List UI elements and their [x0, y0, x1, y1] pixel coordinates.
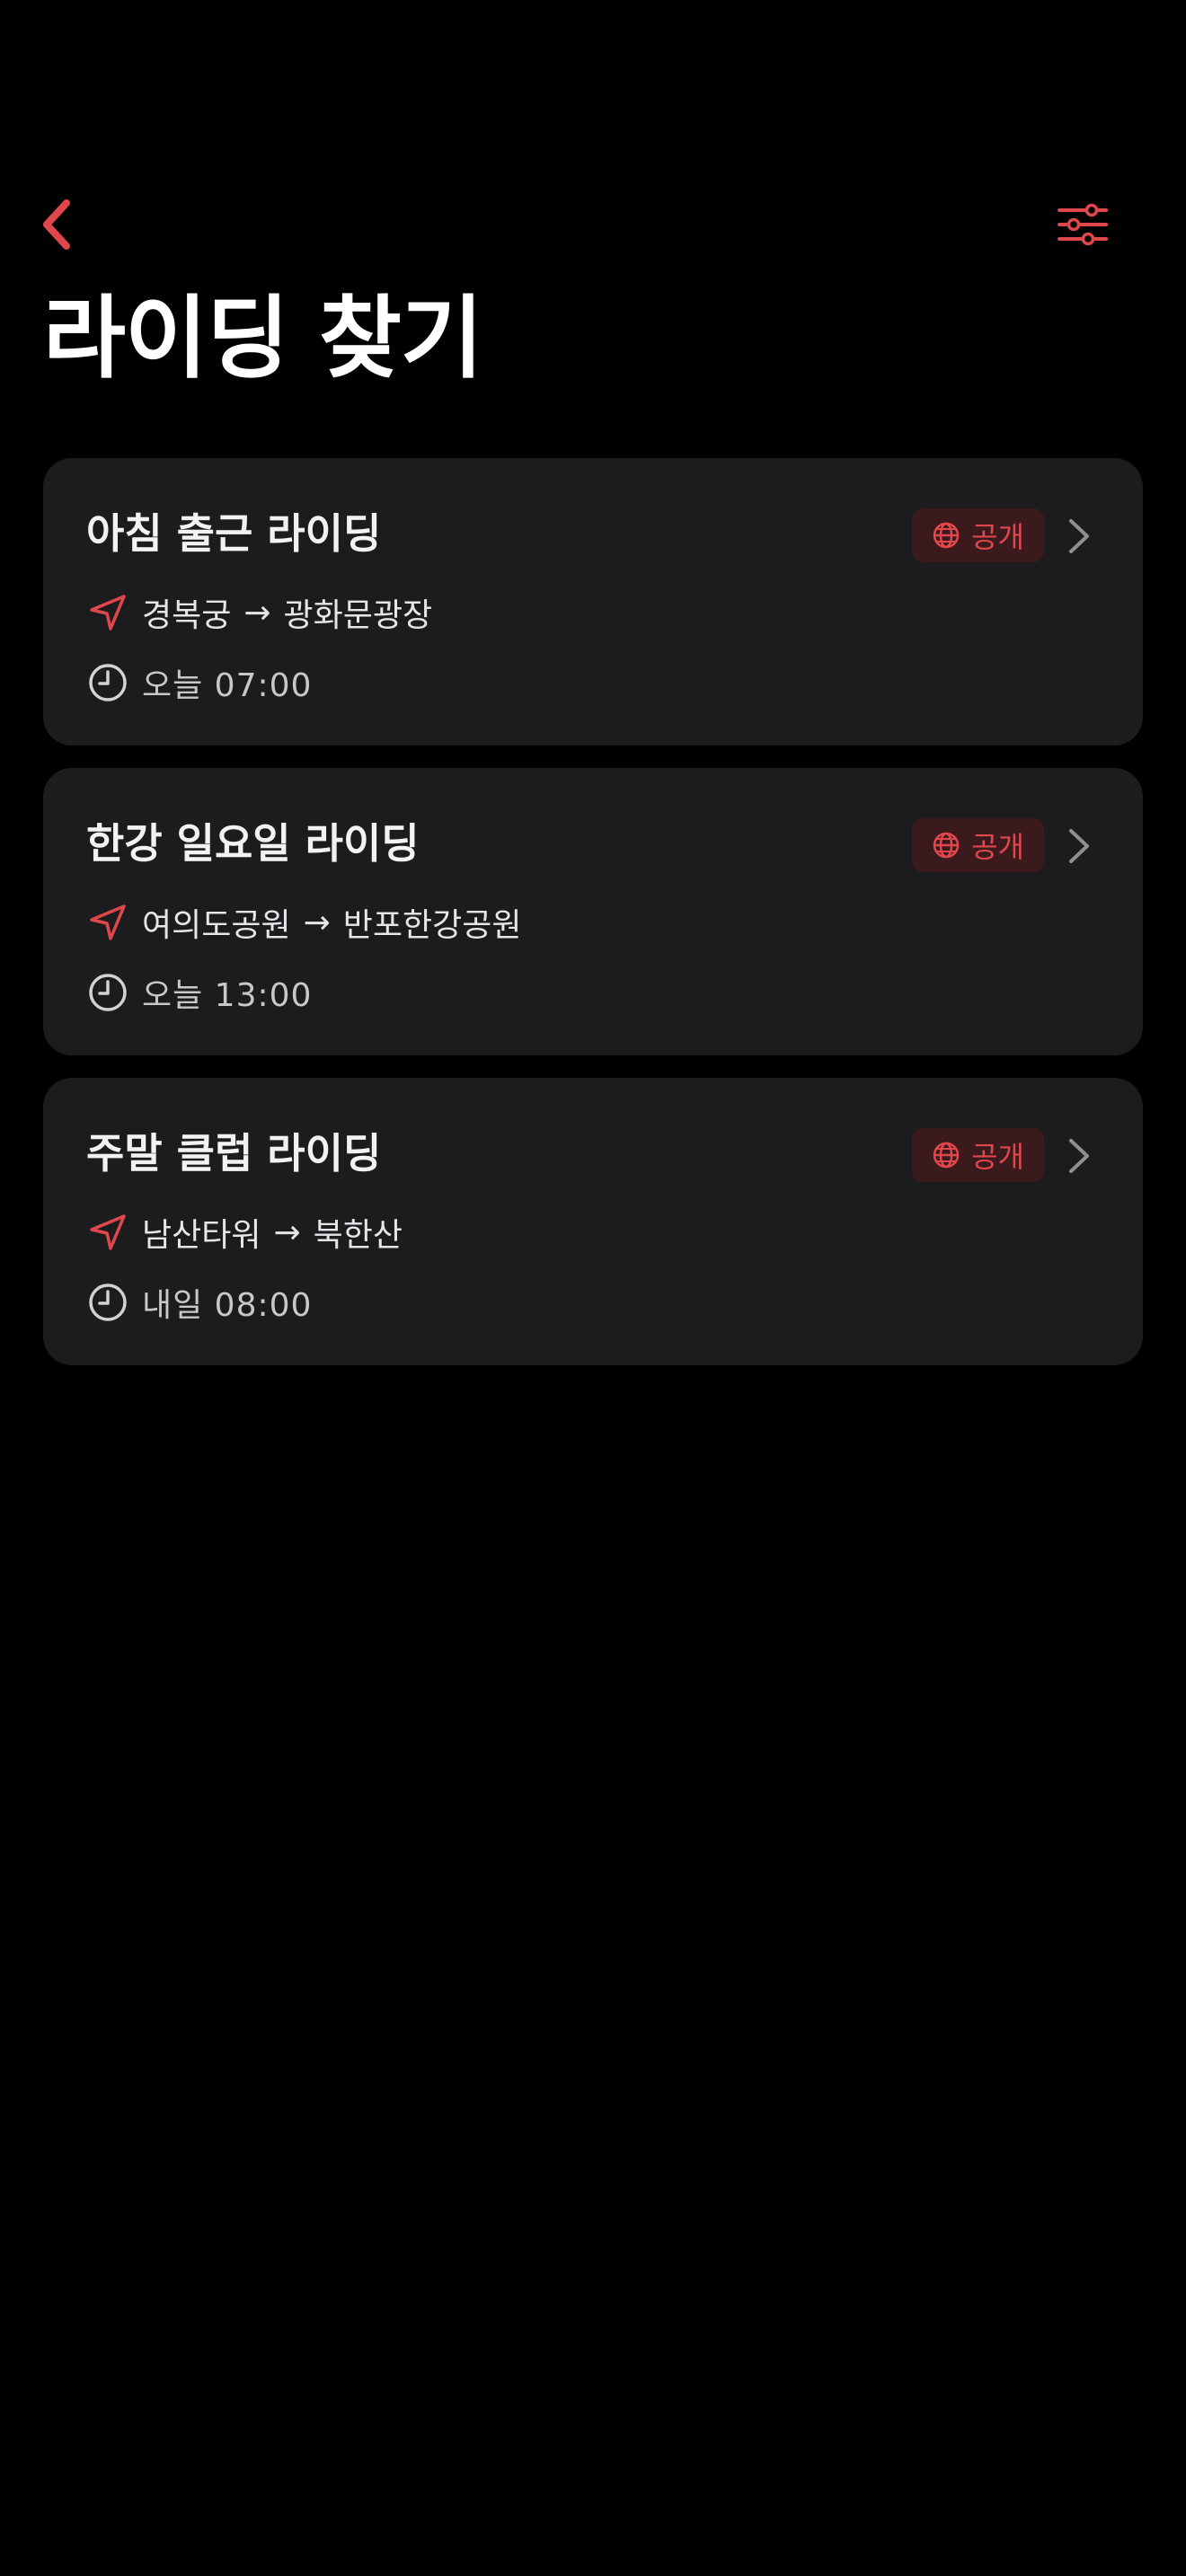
- location-arrow-icon: [90, 595, 126, 631]
- globe-icon: [933, 832, 960, 859]
- route-row: 남산타워 → 북한산: [86, 1207, 403, 1257]
- route-from: 경복궁: [142, 597, 232, 634]
- ride-time: 내일 08:00: [142, 1287, 313, 1324]
- route-arrow: →: [243, 594, 271, 631]
- ride-card[interactable]: 주말 클럽 라이딩 공개 남산타워 → 북한산 내일 08:00: [43, 1078, 1143, 1365]
- time-row: 오늘 13:00: [86, 967, 312, 1018]
- route-from: 여의도공원: [142, 907, 291, 944]
- route-to: 북한산: [313, 1217, 403, 1254]
- visibility-label: 공개: [971, 830, 1024, 864]
- globe-icon: [933, 1142, 960, 1169]
- chevron-right-icon: [1069, 1139, 1089, 1173]
- sliders-icon: [1058, 203, 1108, 246]
- clock-icon: [89, 974, 127, 1011]
- route-row: 경복궁 → 광화문광장: [86, 587, 432, 638]
- visibility-label: 공개: [971, 520, 1024, 554]
- page-title: 라이딩 찾기: [43, 286, 483, 391]
- back-button[interactable]: [27, 196, 84, 253]
- route-text: 경복궁 → 광화문광장: [142, 589, 432, 636]
- route-text: 남산타워 → 북한산: [142, 1209, 403, 1256]
- route-row: 여의도공원 → 반포한강공원: [86, 897, 522, 948]
- chevron-left-icon: [43, 199, 70, 250]
- route-arrow: →: [303, 904, 331, 941]
- chevron-right-icon: [1069, 519, 1089, 553]
- ride-title: 한강 일요일 라이딩: [86, 819, 420, 868]
- visibility-label: 공개: [971, 1140, 1024, 1174]
- globe-icon: [933, 522, 960, 549]
- route-text: 여의도공원 → 반포한강공원: [142, 899, 522, 946]
- route-from: 남산타워: [142, 1217, 261, 1254]
- ride-time: 오늘 07:00: [142, 667, 313, 704]
- filter-button[interactable]: [1051, 196, 1114, 253]
- time-row: 오늘 07:00: [86, 657, 312, 708]
- ride-title: 아침 출근 라이딩: [86, 509, 382, 558]
- ride-list: 아침 출근 라이딩 공개 경복궁 → 광화문광장 오늘 07:00 한강 일요일…: [43, 458, 1143, 1388]
- visibility-badge: 공개: [912, 818, 1044, 872]
- route-to: 반포한강공원: [342, 907, 522, 944]
- location-arrow-icon: [90, 904, 126, 940]
- chevron-right-icon: [1069, 829, 1089, 863]
- ride-time: 오늘 13:00: [142, 977, 313, 1014]
- ride-card[interactable]: 한강 일요일 라이딩 공개 여의도공원 → 반포한강공원 오늘 13:00: [43, 768, 1143, 1055]
- ride-card[interactable]: 아침 출근 라이딩 공개 경복궁 → 광화문광장 오늘 07:00: [43, 458, 1143, 745]
- location-arrow-icon: [90, 1214, 126, 1250]
- route-arrow: →: [273, 1213, 301, 1251]
- navigation-bar: [0, 180, 1186, 269]
- route-to: 광화문광장: [283, 597, 433, 634]
- visibility-badge: 공개: [912, 1128, 1044, 1182]
- ride-title: 주말 클럽 라이딩: [86, 1129, 382, 1178]
- time-row: 내일 08:00: [86, 1277, 312, 1328]
- visibility-badge: 공개: [912, 508, 1044, 562]
- clock-icon: [89, 664, 127, 701]
- clock-icon: [89, 1284, 127, 1321]
